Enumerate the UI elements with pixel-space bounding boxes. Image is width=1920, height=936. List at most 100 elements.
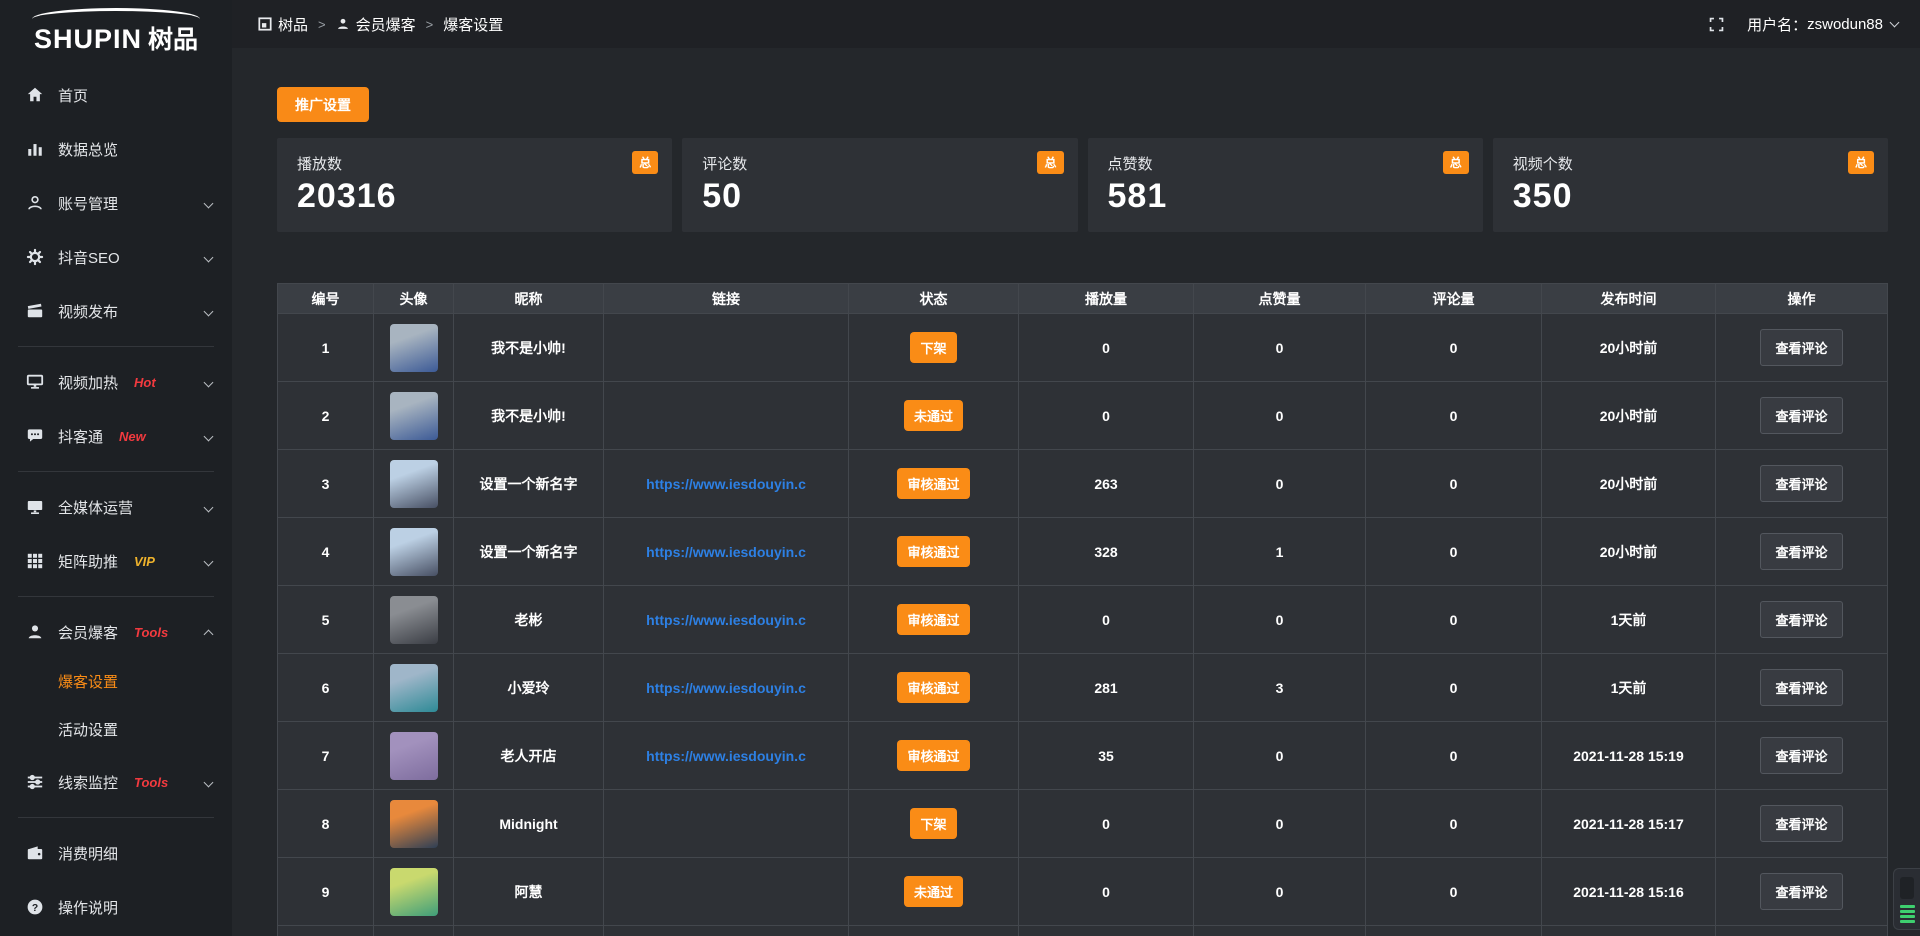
- cell-link: [603, 789, 848, 857]
- cell-link: https://www.iesdouyin.c: [603, 721, 848, 789]
- sidebar-item-home[interactable]: 首页: [0, 68, 232, 122]
- sidebar-item-douketong[interactable]: 抖客通 New: [0, 409, 232, 463]
- profile-link[interactable]: https://www.iesdouyin.c: [646, 476, 806, 492]
- cell-comments: 0: [1365, 857, 1541, 925]
- cell-likes: 0: [1193, 585, 1365, 653]
- app-icon: [258, 17, 272, 31]
- sidebar-item-tag: Tools: [134, 625, 168, 640]
- chevron-down-icon: [204, 306, 214, 316]
- bar-chart-icon: [26, 140, 44, 158]
- logo-text-cn: 树品: [148, 20, 198, 56]
- display-icon: [26, 373, 44, 391]
- view-comments-button[interactable]: 查看评论: [1760, 329, 1842, 366]
- cell-time: 20小时前: [1541, 449, 1715, 517]
- cell-nickname: [453, 925, 603, 936]
- profile-link[interactable]: https://www.iesdouyin.c: [646, 748, 806, 764]
- chevron-up-icon: [204, 629, 214, 639]
- cell-avatar: [373, 857, 453, 925]
- sidebar-item-label: 视频发布: [58, 301, 118, 322]
- cell-time: 20小时前: [1541, 517, 1715, 585]
- cell-avatar: [373, 449, 453, 517]
- cell-status: [848, 925, 1018, 936]
- cell-plays: 0: [1018, 381, 1193, 449]
- table-row: 3设置一个新名字https://www.iesdouyin.c审核通过26300…: [278, 449, 1887, 517]
- stat-card-value: 581: [1108, 177, 1463, 216]
- user-icon: [26, 194, 44, 212]
- sidebar-subitem-baoke-settings[interactable]: 爆客设置: [0, 659, 232, 707]
- service-widget[interactable]: [1893, 868, 1920, 930]
- profile-link[interactable]: https://www.iesdouyin.c: [646, 680, 806, 696]
- user-menu-caret-icon[interactable]: [1890, 17, 1900, 27]
- sidebar-subitem-activity-settings[interactable]: 活动设置: [0, 707, 232, 755]
- column-header: 点赞量: [1193, 284, 1365, 313]
- sidebar-item-douyin-seo[interactable]: 抖音SEO: [0, 230, 232, 284]
- sidebar-item-tag: Hot: [134, 375, 156, 390]
- sidebar-item-matrix-boost[interactable]: 矩阵助推VIP: [0, 534, 232, 588]
- avatar: [390, 392, 438, 440]
- column-header: 评论量: [1365, 284, 1541, 313]
- sidebar-item-video-heating[interactable]: 视频加热Hot: [0, 355, 232, 409]
- view-comments-button[interactable]: 查看评论: [1760, 465, 1842, 502]
- view-comments-button[interactable]: 查看评论: [1760, 397, 1842, 434]
- cell-link: https://www.iesdouyin.c: [603, 653, 848, 721]
- cell-likes: 0: [1193, 857, 1365, 925]
- cell-time: 1天前: [1541, 653, 1715, 721]
- sidebar-item-omni-media[interactable]: 全媒体运营: [0, 480, 232, 534]
- sidebar-item-account-manage[interactable]: 账号管理: [0, 176, 232, 230]
- table-row: [278, 925, 1887, 936]
- view-comments-button[interactable]: 查看评论: [1760, 873, 1842, 910]
- view-comments-button[interactable]: 查看评论: [1760, 805, 1842, 842]
- sidebar-item-member-baoke[interactable]: 会员爆客Tools: [0, 605, 232, 659]
- cell-avatar: [373, 789, 453, 857]
- fullscreen-icon[interactable]: [1708, 16, 1725, 33]
- avatar: [390, 732, 438, 780]
- stat-card-label: 视频个数: [1513, 153, 1868, 174]
- total-badge: 总: [1037, 151, 1063, 174]
- stat-card: 评论数50总: [682, 138, 1077, 232]
- sidebar: SHUPIN 树品 首页数据总览账号管理抖音SEO视频发布视频加热Hot抖客通N…: [0, 0, 232, 936]
- wallet-icon: [26, 844, 44, 862]
- profile-link[interactable]: https://www.iesdouyin.c: [646, 612, 806, 628]
- avatar: [390, 528, 438, 576]
- sidebar-item-video-publish[interactable]: 视频发布: [0, 284, 232, 338]
- username-label: 用户名：: [1747, 14, 1807, 35]
- cell-plays: 0: [1018, 857, 1193, 925]
- view-comments-button[interactable]: 查看评论: [1760, 669, 1842, 706]
- table-row: 8Midnight下架0002021-11-28 15:17查看评论: [278, 789, 1887, 857]
- cell-plays: 328: [1018, 517, 1193, 585]
- cell-plays: 0: [1018, 585, 1193, 653]
- view-comments-button[interactable]: 查看评论: [1760, 533, 1842, 570]
- cell-time: 20小时前: [1541, 381, 1715, 449]
- promo-settings-button[interactable]: 推广设置: [277, 87, 369, 122]
- cell-likes: 3: [1193, 653, 1365, 721]
- sidebar-item-clue-monitor[interactable]: 线索监控Tools: [0, 755, 232, 809]
- sidebar-item-label: 操作说明: [58, 897, 118, 918]
- view-comments-button[interactable]: 查看评论: [1760, 737, 1842, 774]
- cell-time: 1天前: [1541, 585, 1715, 653]
- breadcrumb-item-current[interactable]: 爆客设置: [443, 14, 503, 35]
- sidebar-item-data-overview[interactable]: 数据总览: [0, 122, 232, 176]
- member-icon: [26, 623, 44, 641]
- cell-status: 审核通过: [848, 517, 1018, 585]
- avatar: [390, 460, 438, 508]
- cell-action: 查看评论: [1715, 653, 1887, 721]
- cell-avatar: [373, 925, 453, 936]
- cell-status: 审核通过: [848, 449, 1018, 517]
- sidebar-item-label: 抖客通: [58, 426, 103, 447]
- view-comments-button[interactable]: 查看评论: [1760, 601, 1842, 638]
- sidebar-item-operation-guide[interactable]: ? 操作说明: [0, 880, 232, 934]
- breadcrumb-item-shupin[interactable]: 树品: [258, 14, 308, 35]
- profile-link[interactable]: https://www.iesdouyin.c: [646, 544, 806, 560]
- status-badge: 审核通过: [897, 672, 969, 703]
- column-header: 昵称: [453, 284, 603, 313]
- sidebar-item-tag: New: [119, 429, 146, 444]
- cell-id: 6: [278, 653, 373, 721]
- main-area: 树品 > 会员爆客 > 爆客设置 用户名： zswodun88 推广设置: [232, 0, 1920, 936]
- svg-text:?: ?: [32, 903, 38, 914]
- sidebar-item-label: 消费明细: [58, 843, 118, 864]
- sidebar-item-consume-detail[interactable]: 消费明细: [0, 826, 232, 880]
- cell-nickname: 设置一个新名字: [453, 517, 603, 585]
- username-value[interactable]: zswodun88: [1807, 16, 1883, 33]
- breadcrumb-separator: >: [318, 17, 326, 32]
- breadcrumb-item-member[interactable]: 会员爆客: [336, 14, 416, 35]
